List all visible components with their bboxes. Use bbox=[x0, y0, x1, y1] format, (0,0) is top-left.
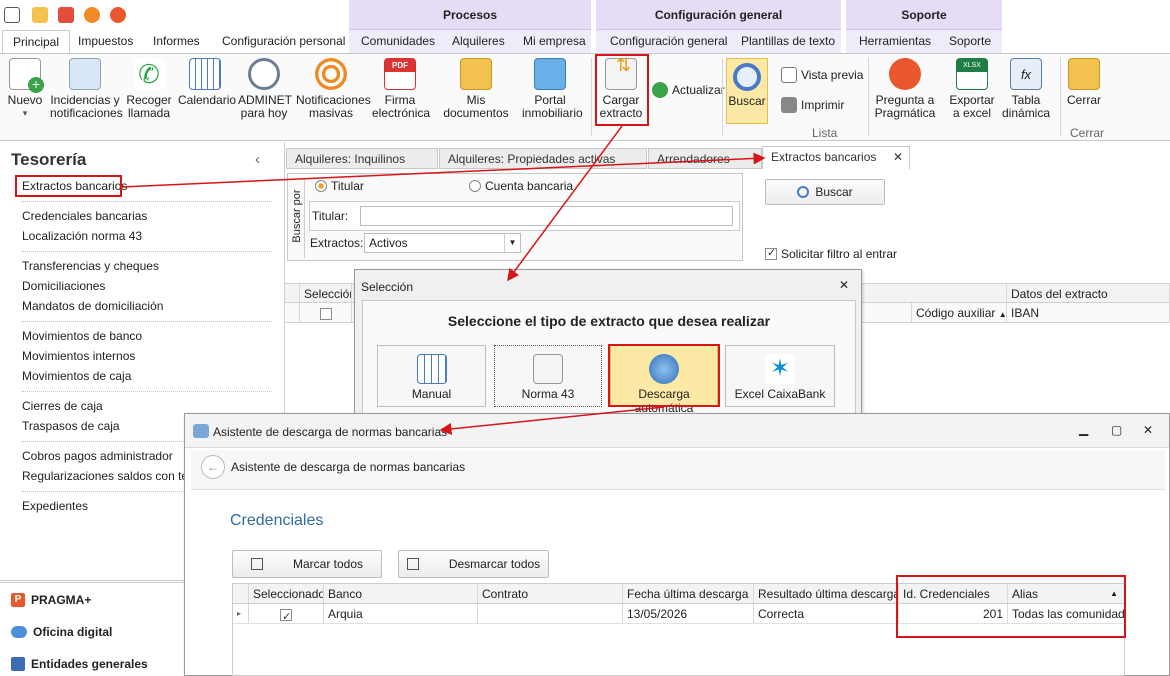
arrow-to-extractos-tab bbox=[121, 152, 766, 188]
arrow-to-asistente bbox=[439, 406, 665, 435]
arrow-to-seleccion bbox=[507, 125, 623, 282]
annotation-arrows bbox=[121, 125, 766, 435]
